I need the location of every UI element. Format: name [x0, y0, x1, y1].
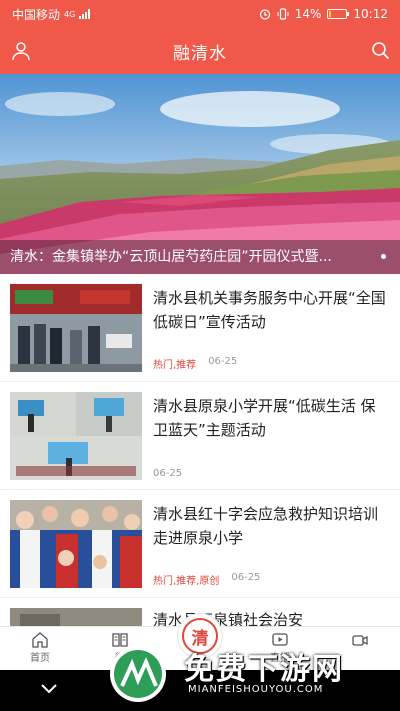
tab-wei[interactable]: 微: [80, 627, 160, 670]
network-type: 4G: [64, 9, 76, 19]
news-list: 清水县机关事务服务中心开展“全国低碳日”宣传活动 热门,推荐 06-25 清水县…: [0, 274, 400, 638]
bottom-tab-bar: 首页 微 清 直播: [0, 613, 400, 670]
news-date: 06-25: [231, 572, 261, 583]
clock: 10:12: [353, 7, 388, 21]
tab-label: 首页: [30, 653, 50, 664]
news-thumbnail: [10, 500, 142, 588]
home-icon: [32, 632, 48, 648]
news-date: 06-25: [208, 356, 238, 367]
news-meta: 热门,推荐 06-25: [153, 356, 237, 371]
carrier-name: 中国移动: [12, 7, 61, 22]
tab-label: 微: [115, 653, 125, 664]
news-item[interactable]: 清水县原泉小学开展“低碳生活 保卫蓝天”主题活动 06-25: [0, 382, 400, 490]
tab-center[interactable]: 清: [160, 613, 240, 670]
news-tags: 热门,推荐: [153, 360, 197, 371]
battery-percent: 14%: [294, 7, 322, 21]
news-meta: 06-25: [153, 468, 182, 479]
tab-live[interactable]: 直播: [240, 627, 320, 670]
qing-center-icon: 清: [182, 618, 218, 654]
user-icon[interactable]: [10, 40, 32, 62]
carousel-indicator: [381, 254, 386, 259]
battery-fill: [329, 11, 332, 17]
status-left: 中国移动 4G: [12, 6, 91, 23]
news-thumbnail: [10, 392, 142, 480]
tab-camera[interactable]: [320, 627, 400, 670]
chevron-down-icon[interactable]: [40, 682, 58, 696]
news-title: 清水县原泉小学开展“低碳生活 保卫蓝天”主题活动: [153, 397, 376, 439]
status-right: 14% 10:12: [259, 7, 388, 21]
news-tags: 热门,推荐,原创: [153, 576, 220, 587]
camera-icon: [352, 635, 368, 646]
news-meta: 热门,推荐,原创 06-25: [153, 572, 260, 587]
center-button[interactable]: 清: [177, 613, 223, 659]
banner-caption-bar: 清水：金集镇举办“云顶山居芍药庄园”开园仪式暨...: [0, 240, 400, 274]
tab-label: 直播: [270, 653, 290, 664]
alarm-icon: [259, 9, 270, 20]
news-thumbnail: [10, 284, 142, 372]
system-nav-bar: [0, 670, 400, 711]
app-header: 融清水: [0, 28, 400, 74]
news-item[interactable]: 清水县机关事务服务中心开展“全国低碳日”宣传活动 热门,推荐 06-25: [0, 274, 400, 382]
news-title: 清水县红十字会应急救护知识培训走进原泉小学: [153, 505, 379, 547]
status-bar: 中国移动 4G 14% 10:12: [0, 0, 400, 28]
banner-carousel[interactable]: 清水：金集镇举办“云顶山居芍药庄园”开园仪式暨...: [0, 74, 400, 274]
vibrate-icon: [277, 8, 289, 20]
news-title: 清水县机关事务服务中心开展“全国低碳日”宣传活动: [153, 289, 386, 331]
tab-home[interactable]: 首页: [0, 627, 80, 670]
search-icon[interactable]: [370, 40, 392, 62]
news-item[interactable]: 清水县红十字会应急救护知识培训走进原泉小学 热门,推荐,原创 06-25: [0, 490, 400, 598]
signal-icon: [79, 9, 91, 19]
app-screen: 中国移动 4G 14% 10:12 融清水 清水：金集镇举办“云顶山居芍药庄园”…: [0, 0, 400, 711]
news-date: 06-25: [153, 468, 183, 479]
page-title: 融清水: [173, 43, 227, 64]
video-play-icon: [272, 633, 288, 646]
battery-icon: [327, 9, 350, 19]
banner-caption: 清水：金集镇举办“云顶山居芍药庄园”开园仪式暨...: [10, 249, 332, 265]
book-icon: [112, 633, 128, 647]
